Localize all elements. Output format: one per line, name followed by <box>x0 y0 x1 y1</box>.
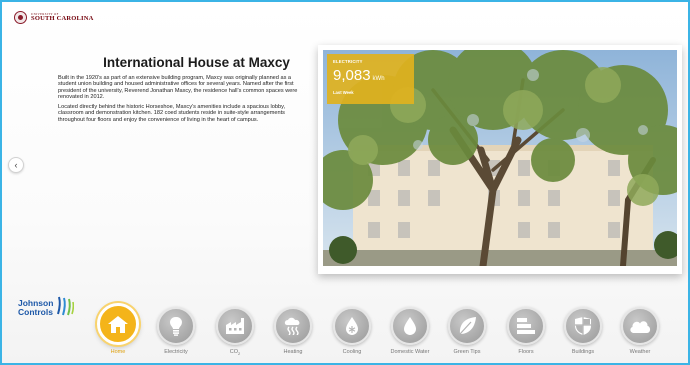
nav-weather[interactable]: Weather <box>619 307 661 355</box>
nav-buildings[interactable]: Buildings <box>562 307 604 355</box>
nav-electricity[interactable]: Electricity <box>155 307 197 355</box>
nav-floors[interactable]: Floors <box>505 307 547 355</box>
university-seal-icon <box>14 11 27 24</box>
building-photo: ELECTRICITY 9,083 kWh Last Week <box>323 50 677 266</box>
nav-home[interactable]: Home <box>95 303 141 355</box>
floors-icon <box>517 318 535 334</box>
snowflake-drop-icon <box>346 317 358 335</box>
nav-label-electricity: Electricity <box>164 349 188 355</box>
nav-label-floors: Floors <box>518 349 534 355</box>
nav-heating[interactable]: Heating <box>272 307 314 355</box>
leaf-icon <box>459 317 476 335</box>
energy-card-label: ELECTRICITY <box>333 59 363 64</box>
jci-line2: Controls <box>18 307 53 317</box>
nav-cooling[interactable]: Cooling <box>331 307 373 355</box>
nav-co2[interactable]: CO2 <box>214 307 256 356</box>
water-drop-icon <box>404 317 416 335</box>
nav-green-tips[interactable]: Green Tips <box>446 307 488 355</box>
building-photo-frame: ELECTRICITY 9,083 kWh Last Week <box>318 45 682 274</box>
previous-slide-button[interactable]: ‹ <box>8 157 24 173</box>
description-paragraph-2: Located directly behind the historic Hor… <box>58 104 286 123</box>
energy-card-unit: kWh <box>372 76 385 82</box>
logo-big-text: SOUTH CAROLINA <box>31 14 94 22</box>
shield-icon <box>575 317 591 335</box>
nav-label-weather: Weather <box>629 349 651 355</box>
johnson-controls-logo: Johnson Controls <box>18 296 75 317</box>
nav-domestic-water[interactable]: Domestic Water <box>385 307 435 355</box>
cloud-icon <box>630 321 651 333</box>
nav-label-heating: Heating <box>283 349 303 355</box>
heating-icon <box>284 317 300 335</box>
nav-label-buildings: Buildings <box>571 349 595 355</box>
description-paragraph-1: Built in the 1920's as part of an extens… <box>58 75 298 101</box>
nav-label-cooling: Cooling <box>342 349 362 355</box>
nav-label-home: Home <box>110 349 126 355</box>
energy-card-period: Last Week <box>333 90 354 95</box>
johnson-controls-mark-icon <box>57 296 75 316</box>
chevron-left-icon: ‹ <box>14 159 18 170</box>
nav-label-domestic-water: Domestic Water <box>390 349 430 355</box>
university-logo[interactable]: UNIVERSITY OF SOUTH CAROLINA <box>14 11 94 24</box>
nav-label-green-tips: Green Tips <box>453 349 481 355</box>
nav-label-co2-subscript: 2 <box>238 351 241 357</box>
lightbulb-icon <box>170 317 182 336</box>
page-title: International House at Maxcy <box>103 55 290 70</box>
nav-label-co2: CO <box>229 349 238 355</box>
electricity-usage-card[interactable]: ELECTRICITY 9,083 kWh Last Week <box>327 54 414 104</box>
home-icon <box>108 316 128 333</box>
factory-icon <box>226 318 244 334</box>
energy-card-value: 9,083 <box>333 67 371 84</box>
